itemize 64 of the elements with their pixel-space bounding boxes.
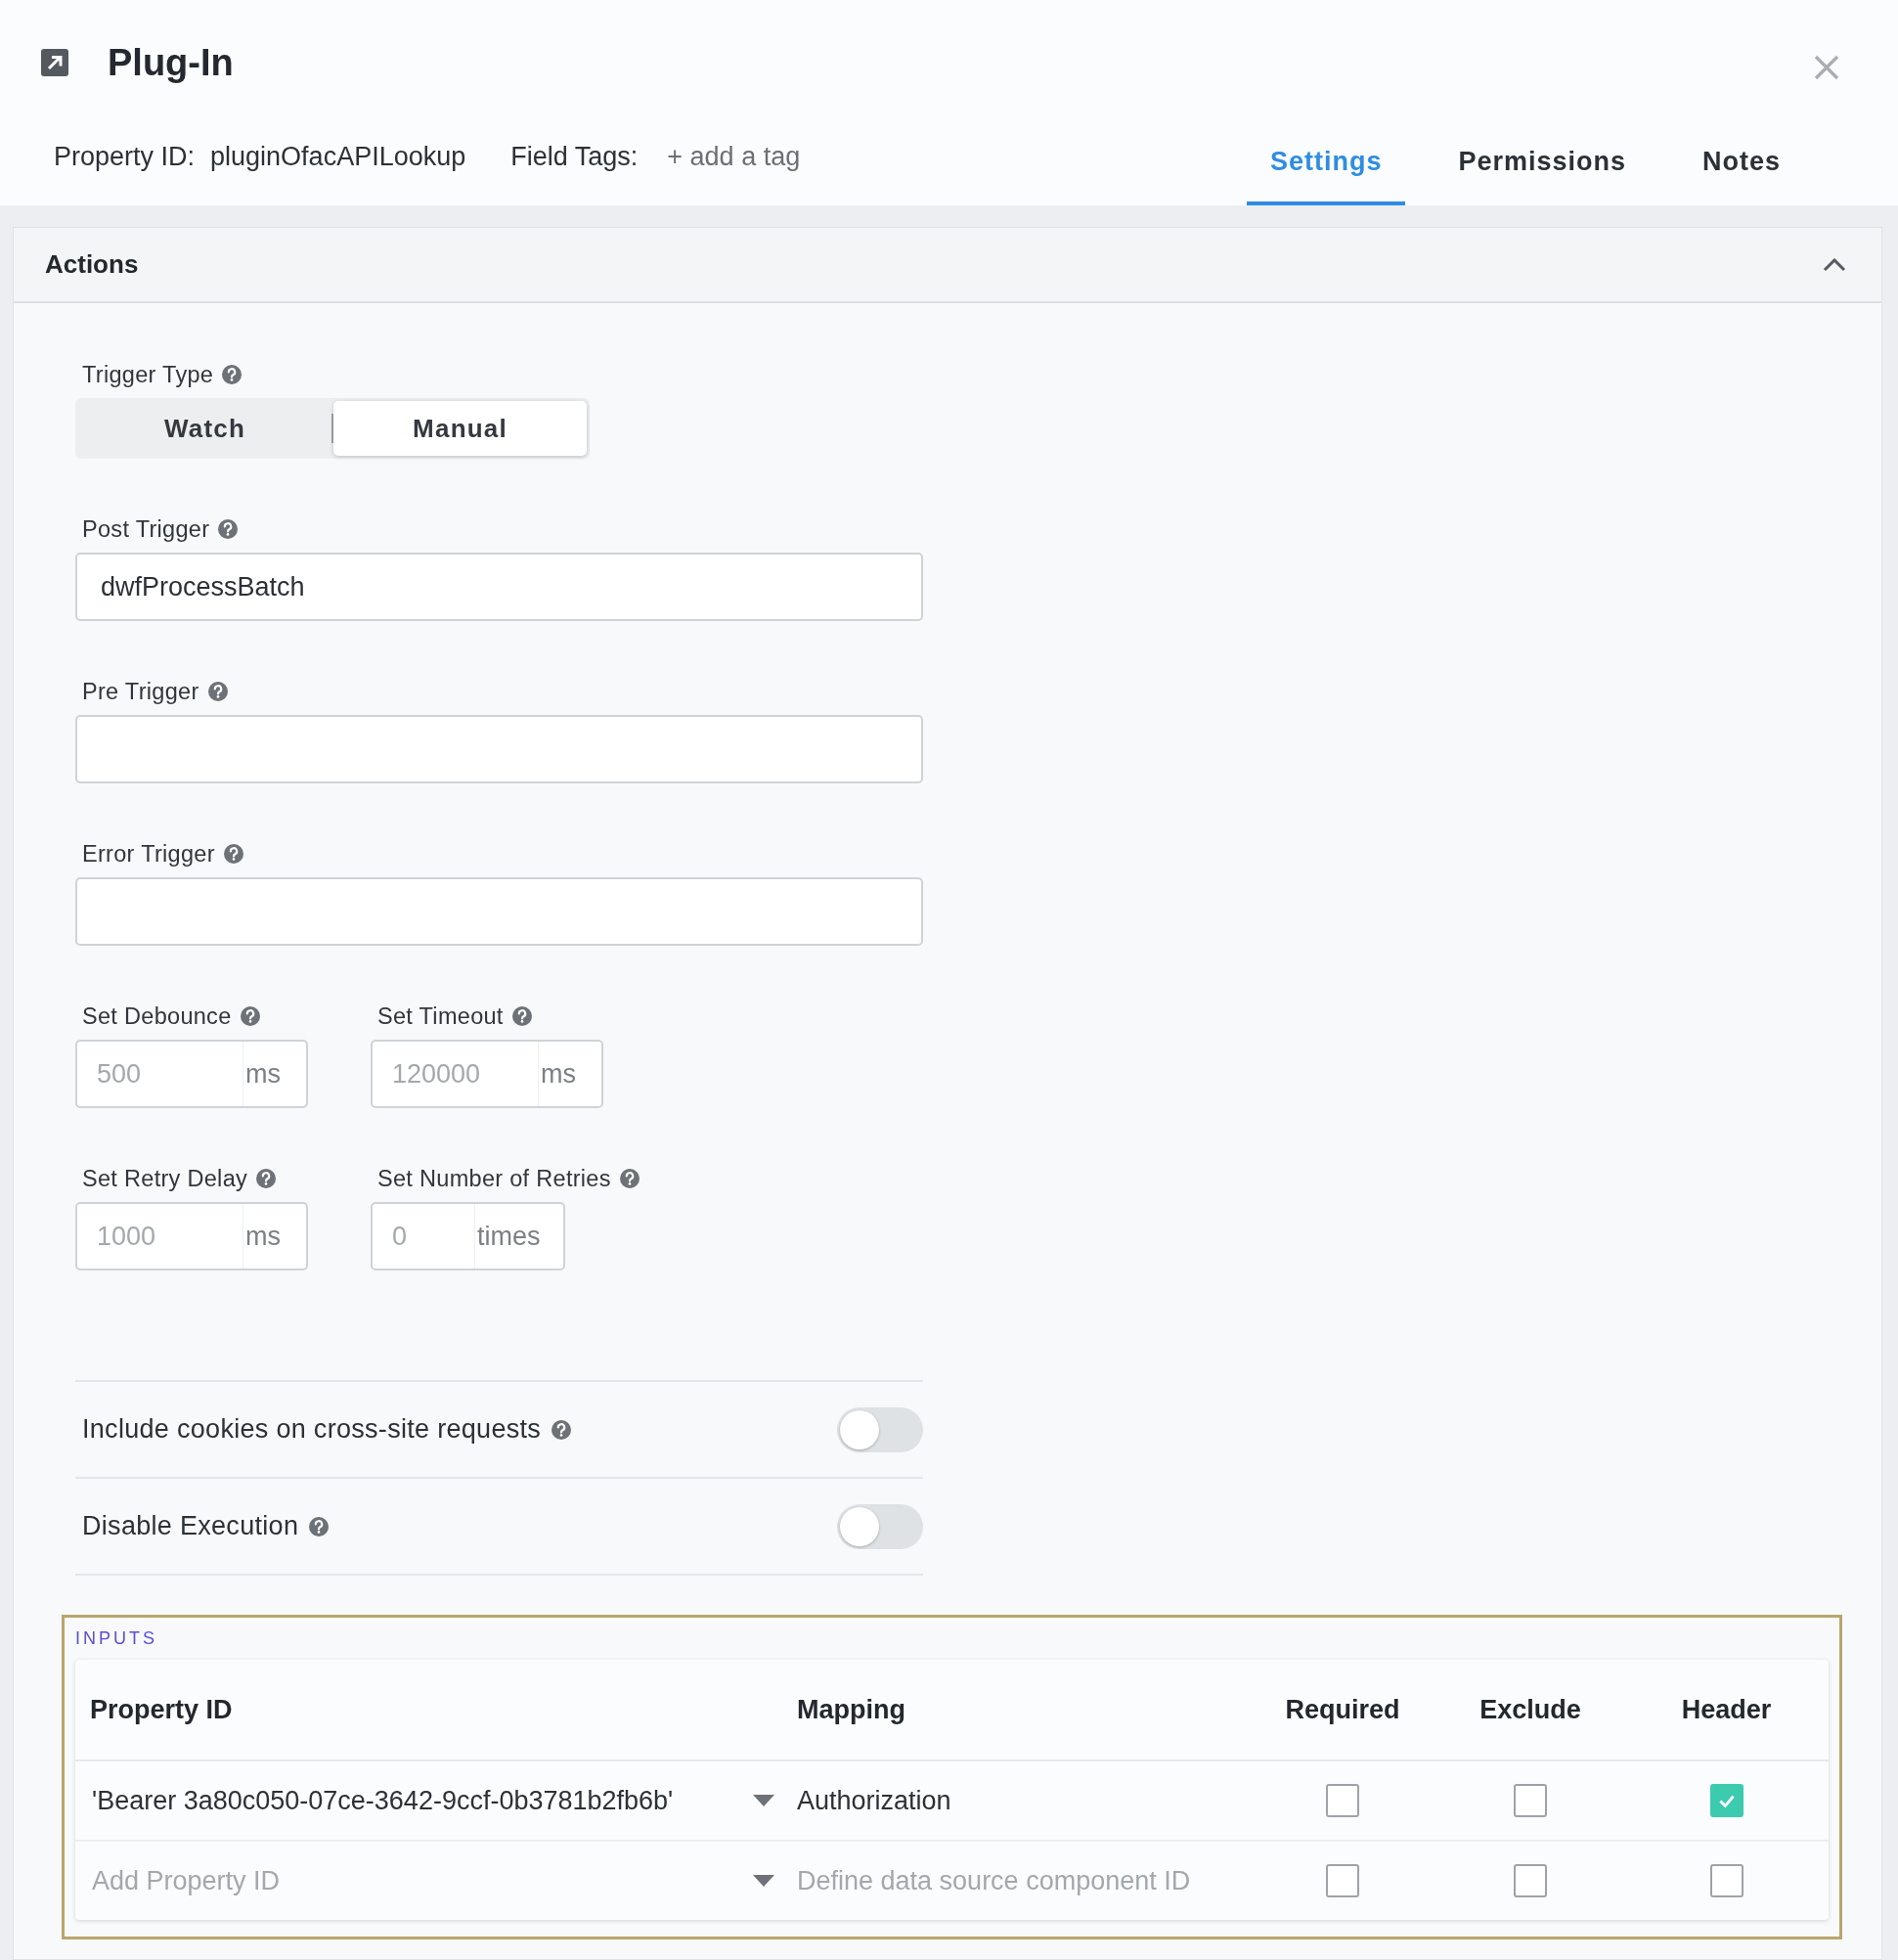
unit-label: ms [244, 1221, 281, 1252]
property-id-field[interactable]: Add Property ID [75, 1851, 728, 1910]
text-field[interactable] [75, 877, 923, 946]
checkbox[interactable] [1326, 1784, 1359, 1817]
checkbox[interactable] [1326, 1864, 1359, 1897]
checkbox[interactable] [1514, 1864, 1547, 1897]
mapping-field[interactable]: Define data source component ID [797, 1851, 1249, 1910]
field-tags-label: Field Tags: [510, 141, 639, 172]
help-icon[interactable] [239, 1005, 261, 1027]
number-field[interactable]: 120000 ms [371, 1040, 603, 1108]
checkbox[interactable] [1514, 1784, 1547, 1817]
tab[interactable]: Permissions [1435, 108, 1650, 205]
checkbox[interactable] [1709, 1864, 1744, 1897]
help-icon[interactable] [255, 1168, 278, 1189]
external-link-icon [41, 49, 68, 76]
column-header: Required [1285, 1694, 1400, 1725]
panel-title: Actions [45, 249, 139, 280]
number-field[interactable]: 1000 ms [75, 1202, 308, 1270]
unit-label: ms [244, 1058, 281, 1090]
toggle-label: Include cookies on cross-site requests [82, 1414, 542, 1445]
dialog-title: Plug-In [108, 41, 234, 84]
field-label: Post Trigger [82, 515, 210, 543]
unit-label: times [476, 1221, 541, 1252]
field-label: Set Number of Retries [377, 1165, 611, 1192]
help-icon[interactable] [206, 681, 229, 702]
toggle-switch[interactable] [837, 1406, 923, 1452]
tab[interactable]: Notes [1679, 108, 1804, 205]
field-label: Trigger Type [82, 361, 214, 388]
segment-option[interactable]: Manual [333, 401, 587, 456]
property-id-label: Property ID: [54, 141, 196, 172]
help-icon[interactable] [551, 1418, 573, 1441]
field-label: Pre Trigger [82, 678, 199, 705]
help-icon[interactable] [510, 1005, 533, 1027]
help-icon[interactable] [221, 364, 243, 385]
field-label: Set Retry Delay [82, 1165, 248, 1192]
help-icon[interactable] [308, 1515, 331, 1537]
chevron-icon[interactable] [1823, 257, 1846, 272]
field-label: Set Timeout [377, 1002, 504, 1030]
number-field[interactable]: 500 ms [75, 1040, 308, 1108]
checkbox[interactable] [1709, 1784, 1744, 1817]
segment-option[interactable]: Watch [78, 401, 331, 456]
text-field[interactable]: dwfProcessBatch [75, 553, 923, 621]
help-icon[interactable] [217, 518, 240, 540]
field-label: Error Trigger [82, 840, 215, 868]
column-header: Header [1681, 1694, 1772, 1725]
caret-icon[interactable] [753, 1875, 774, 1887]
caret-icon[interactable] [753, 1795, 774, 1806]
column-header: Property ID [89, 1694, 234, 1725]
field-label: Set Debounce [82, 1002, 232, 1030]
help-icon[interactable] [618, 1168, 640, 1189]
toggle-switch[interactable] [837, 1503, 923, 1549]
number-field[interactable]: 0 times [371, 1202, 565, 1270]
help-icon[interactable] [222, 843, 244, 865]
section-title: INPUTS [75, 1627, 158, 1650]
panel-header[interactable]: Actions [14, 228, 1881, 303]
mapping-field[interactable]: Authorization [797, 1771, 1249, 1830]
add-tag-link[interactable]: + add a tag [667, 141, 801, 172]
column-header: Mapping [797, 1694, 906, 1725]
property-id-field[interactable]: 'Bearer 3a80c050-07ce-3642-9ccf-0b3781b2fb6b' [75, 1771, 728, 1830]
text-field[interactable] [75, 715, 923, 783]
property-id-value: pluginOfacAPILookup [210, 141, 466, 172]
unit-label: ms [540, 1058, 576, 1090]
toggle-label: Disable Execution [82, 1511, 299, 1541]
column-header: Exclude [1479, 1694, 1581, 1725]
